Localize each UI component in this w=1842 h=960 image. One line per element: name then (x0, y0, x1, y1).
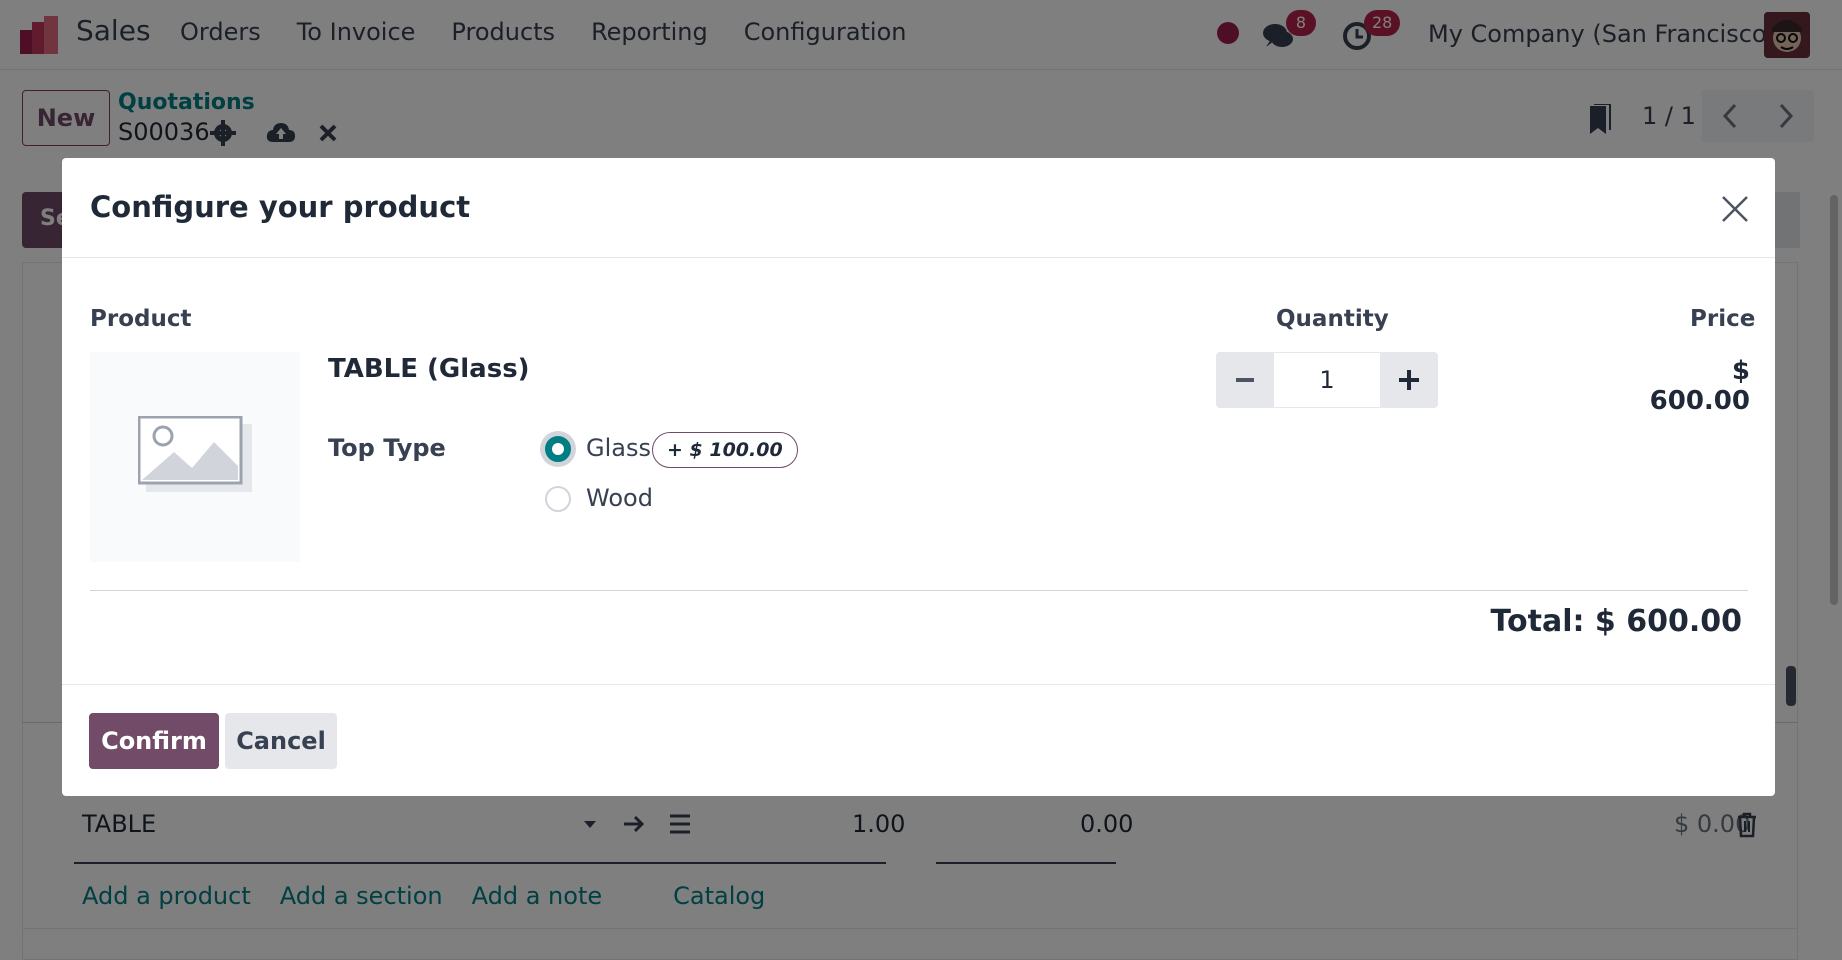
option-glass-label[interactable]: Glass (586, 434, 651, 462)
decrease-quantity-button[interactable] (1217, 353, 1273, 407)
cancel-button[interactable]: Cancel (225, 713, 337, 769)
confirm-button[interactable]: Confirm (89, 713, 219, 769)
option-wood-label[interactable]: Wood (586, 484, 653, 512)
quantity-stepper: 1 (1216, 352, 1438, 408)
configure-product-dialog: Configure your product Product Quantity … (62, 158, 1775, 796)
product-name: TABLE (Glass) (328, 354, 530, 384)
plus-icon (1399, 370, 1419, 390)
product-column-header: Product (90, 306, 192, 332)
price-column-header: Price (1690, 306, 1756, 332)
quantity-input[interactable]: 1 (1273, 353, 1381, 407)
minus-icon (1236, 378, 1254, 382)
increase-quantity-button[interactable] (1381, 353, 1437, 407)
radio-glass[interactable] (545, 436, 571, 462)
dialog-header: Configure your product (62, 158, 1775, 258)
price-extra-badge: + $ 100.00 (652, 432, 798, 468)
product-image (90, 352, 300, 562)
quantity-column-header: Quantity (1276, 306, 1389, 332)
attribute-label: Top Type (328, 434, 446, 462)
product-price: $ 600.00 (1649, 356, 1750, 416)
divider (90, 590, 1748, 591)
radio-wood[interactable] (545, 486, 571, 512)
image-placeholder-icon (138, 416, 252, 492)
total-amount: Total: $ 600.00 (1490, 604, 1742, 639)
dialog-footer: Confirm Cancel (62, 684, 1775, 796)
dialog-title: Configure your product (90, 190, 471, 224)
close-icon[interactable] (1718, 192, 1752, 226)
